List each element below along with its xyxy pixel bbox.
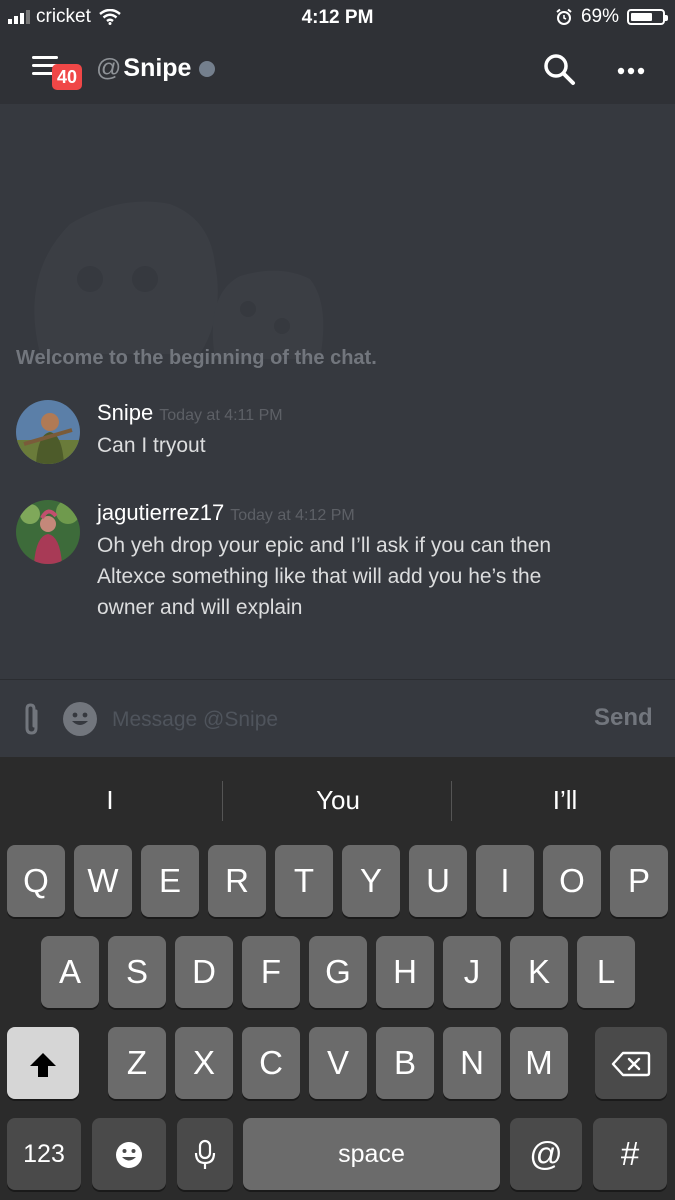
search-button[interactable]	[540, 50, 580, 90]
status-right: 69%	[555, 6, 668, 28]
at-key[interactable]: @	[510, 1118, 582, 1190]
key[interactable]: S	[108, 936, 166, 1008]
avatar[interactable]	[16, 500, 80, 564]
message-input[interactable]	[110, 698, 574, 742]
message-body: jagutierrez17 Today at 4:12 PM Oh yeh dro…	[97, 500, 627, 623]
emoji-picker-button[interactable]	[63, 702, 97, 736]
shift-icon	[30, 1053, 56, 1078]
key[interactable]: C	[242, 1027, 300, 1099]
suggestion-item[interactable]: I’ll	[455, 777, 675, 823]
key[interactable]: L	[577, 936, 635, 1008]
key[interactable]: H	[376, 936, 434, 1008]
message-line: Oh yeh drop your epic and I’ll ask if yo…	[97, 534, 552, 557]
emoji-key[interactable]	[92, 1118, 166, 1190]
key[interactable]: I	[476, 845, 534, 917]
message-line: owner and will explain	[97, 596, 303, 619]
backspace-key[interactable]	[595, 1027, 667, 1099]
key[interactable]: N	[443, 1027, 501, 1099]
send-button[interactable]: Send	[594, 704, 653, 732]
suggestion-bar: I You I’ll	[0, 757, 675, 843]
discord-logo-illustration	[34, 201, 324, 359]
status-bar: cricket 4:12 PM 69%	[0, 0, 675, 36]
channel-title[interactable]: @ Snipe	[96, 54, 216, 83]
shift-key[interactable]	[7, 1027, 79, 1099]
suggestion-item[interactable]: You	[228, 777, 448, 823]
key[interactable]: Q	[7, 845, 65, 917]
key[interactable]: V	[309, 1027, 367, 1099]
key[interactable]: J	[443, 936, 501, 1008]
key[interactable]: T	[275, 845, 333, 917]
alarm-icon	[556, 8, 572, 25]
channel-name: Snipe	[123, 54, 192, 82]
message-text: Can I tryout	[97, 430, 627, 461]
avatar[interactable]	[16, 400, 80, 464]
message-line: Altexce something like that will add you…	[97, 565, 542, 588]
suggestion-item[interactable]: I	[0, 777, 220, 823]
message-author[interactable]: jagutierrez17	[97, 500, 224, 525]
key[interactable]: P	[610, 845, 668, 917]
key[interactable]: K	[510, 936, 568, 1008]
key[interactable]: W	[74, 845, 132, 917]
dictation-key[interactable]	[177, 1118, 233, 1190]
divider	[222, 781, 223, 821]
key[interactable]: Z	[108, 1027, 166, 1099]
key[interactable]: D	[175, 936, 233, 1008]
key[interactable]: E	[141, 845, 199, 917]
unread-badge: 40	[52, 64, 82, 90]
key[interactable]: G	[309, 936, 367, 1008]
key[interactable]: Y	[342, 845, 400, 917]
hash-key[interactable]: #	[593, 1118, 667, 1190]
message-composer: Send	[0, 679, 675, 758]
emoji-icon	[116, 1142, 142, 1169]
message-text: Oh yeh drop your epic and I’ll ask if yo…	[97, 530, 627, 623]
at-symbol: @	[96, 54, 122, 82]
message-timestamp: Today at 4:12 PM	[230, 507, 355, 524]
key[interactable]: F	[242, 936, 300, 1008]
search-icon	[544, 54, 575, 85]
battery-percent: 69%	[580, 6, 619, 27]
more-options-button[interactable]	[608, 56, 654, 86]
keyboard: I You I’ll Q W E R T Y U I O P A S D F G…	[0, 757, 675, 1200]
paperclip-icon	[25, 703, 38, 735]
key[interactable]: B	[376, 1027, 434, 1099]
microphone-icon	[194, 1140, 216, 1170]
battery-level	[631, 13, 652, 21]
channel-header: 40 @ Snipe	[0, 36, 675, 104]
key[interactable]: O	[543, 845, 601, 917]
more-dots-icon	[617, 67, 645, 75]
key[interactable]: X	[175, 1027, 233, 1099]
chat-area[interactable]: Welcome to the beginning of the chat. Sn…	[0, 104, 675, 679]
numbers-key[interactable]: 123	[7, 1118, 81, 1190]
emoji-icon	[72, 712, 88, 725]
key[interactable]: U	[409, 845, 467, 917]
space-key[interactable]: space	[243, 1118, 500, 1190]
status-indicator	[199, 60, 216, 77]
backspace-icon	[611, 1052, 651, 1077]
key[interactable]: M	[510, 1027, 568, 1099]
message-line: Can I tryout	[97, 434, 206, 457]
key[interactable]: R	[208, 845, 266, 917]
divider	[451, 781, 452, 821]
battery-icon	[627, 9, 668, 25]
chat-welcome-text: Welcome to the beginning of the chat.	[16, 347, 377, 369]
attach-button[interactable]	[18, 702, 46, 738]
key[interactable]: A	[41, 936, 99, 1008]
message-timestamp: Today at 4:11 PM	[159, 407, 283, 424]
message-body: Snipe Today at 4:11 PM Can I tryout	[97, 400, 627, 461]
menu-button[interactable]: 40	[28, 54, 88, 94]
message-author[interactable]: Snipe	[97, 400, 153, 425]
